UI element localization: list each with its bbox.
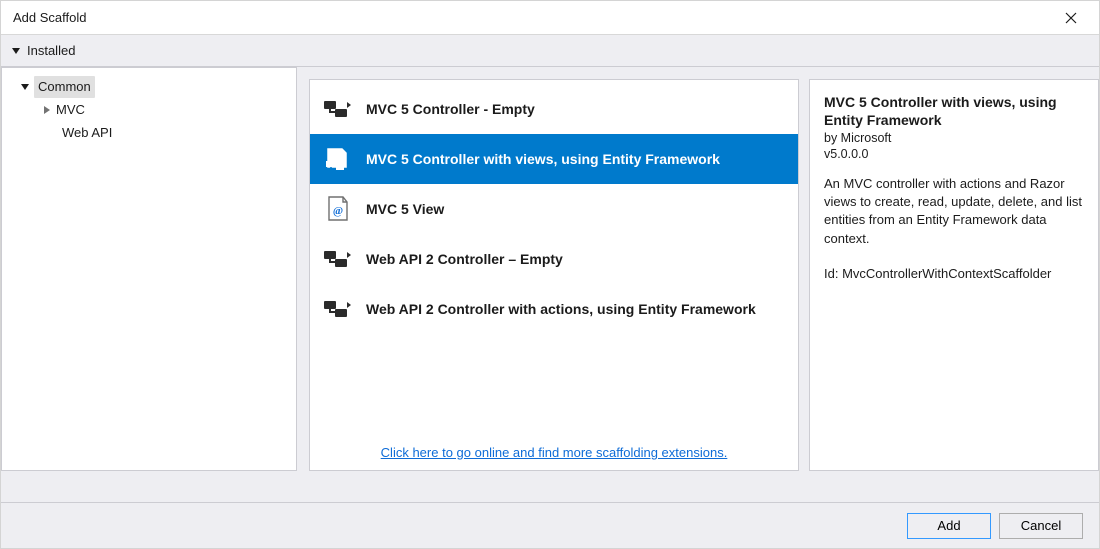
online-extensions-link-row: Click here to go online and find more sc… [310, 436, 798, 470]
close-button[interactable] [1051, 4, 1091, 32]
dialog-title: Add Scaffold [13, 10, 86, 25]
svg-text:@: @ [333, 205, 343, 217]
view-icon: @ [324, 195, 352, 223]
scaffold-list: MVC 5 Controller - Empty MVC 5 Controlle… [310, 80, 798, 436]
scaffold-list-item[interactable]: @ MVC 5 View [310, 184, 798, 234]
cancel-button[interactable]: Cancel [999, 513, 1083, 539]
category-breadcrumb-bar: Installed [1, 35, 1099, 67]
scaffold-list-item[interactable]: MVC 5 Controller with views, using Entit… [310, 134, 798, 184]
scaffold-list-item[interactable]: Web API 2 Controller – Empty [310, 234, 798, 284]
scaffold-list-item[interactable]: MVC 5 Controller - Empty [310, 84, 798, 134]
tree-node-webapi[interactable]: Web API [58, 122, 116, 144]
details-version: v5.0.0.0 [824, 147, 1084, 161]
scaffold-item-label: Web API 2 Controller – Empty [366, 251, 563, 267]
details-id-value: MvcControllerWithContextScaffolder [842, 266, 1051, 281]
tree-node-label: MVC [56, 99, 85, 121]
details-title: MVC 5 Controller with views, using Entit… [824, 94, 1084, 129]
details-panel: MVC 5 Controller with views, using Entit… [799, 67, 1099, 502]
tree-node-mvc[interactable]: MVC [38, 99, 89, 121]
category-installed-label[interactable]: Installed [27, 43, 75, 58]
scaffold-item-label: MVC 5 Controller - Empty [366, 101, 535, 117]
details-id: Id: MvcControllerWithContextScaffolder [824, 266, 1084, 281]
online-extensions-link[interactable]: Click here to go online and find more sc… [381, 445, 728, 460]
tree-node-label: Common [34, 76, 95, 98]
details-description: An MVC controller with actions and Razor… [824, 175, 1084, 248]
category-tree-panel: Common MVC [1, 67, 297, 502]
caret-down-icon [20, 82, 30, 92]
caret-right-icon [42, 105, 52, 115]
dialog-footer: Add Cancel [1, 502, 1099, 548]
caret-down-icon[interactable] [11, 46, 21, 56]
controller-icon [324, 295, 352, 323]
scaffold-item-label: MVC 5 Controller with views, using Entit… [366, 151, 720, 167]
scaffold-item-label: Web API 2 Controller with actions, using… [366, 301, 756, 317]
dialog-body: Common MVC [1, 67, 1099, 502]
add-button[interactable]: Add [907, 513, 991, 539]
scaffold-list-item[interactable]: Web API 2 Controller with actions, using… [310, 284, 798, 334]
close-icon [1065, 12, 1077, 24]
scaffold-list-panel: MVC 5 Controller - Empty MVC 5 Controlle… [297, 67, 799, 502]
titlebar: Add Scaffold [1, 1, 1099, 35]
tree-node-label: Web API [62, 122, 112, 144]
controller-icon [324, 95, 352, 123]
controller-views-icon [324, 145, 352, 173]
scaffold-item-label: MVC 5 View [366, 201, 444, 217]
controller-icon [324, 245, 352, 273]
details-publisher: by Microsoft [824, 131, 1084, 145]
category-tree: Common MVC [2, 68, 296, 152]
tree-node-common[interactable]: Common [16, 76, 99, 98]
details-id-label: Id: [824, 266, 838, 281]
dialog-add-scaffold: Add Scaffold Installed Common [0, 0, 1100, 549]
